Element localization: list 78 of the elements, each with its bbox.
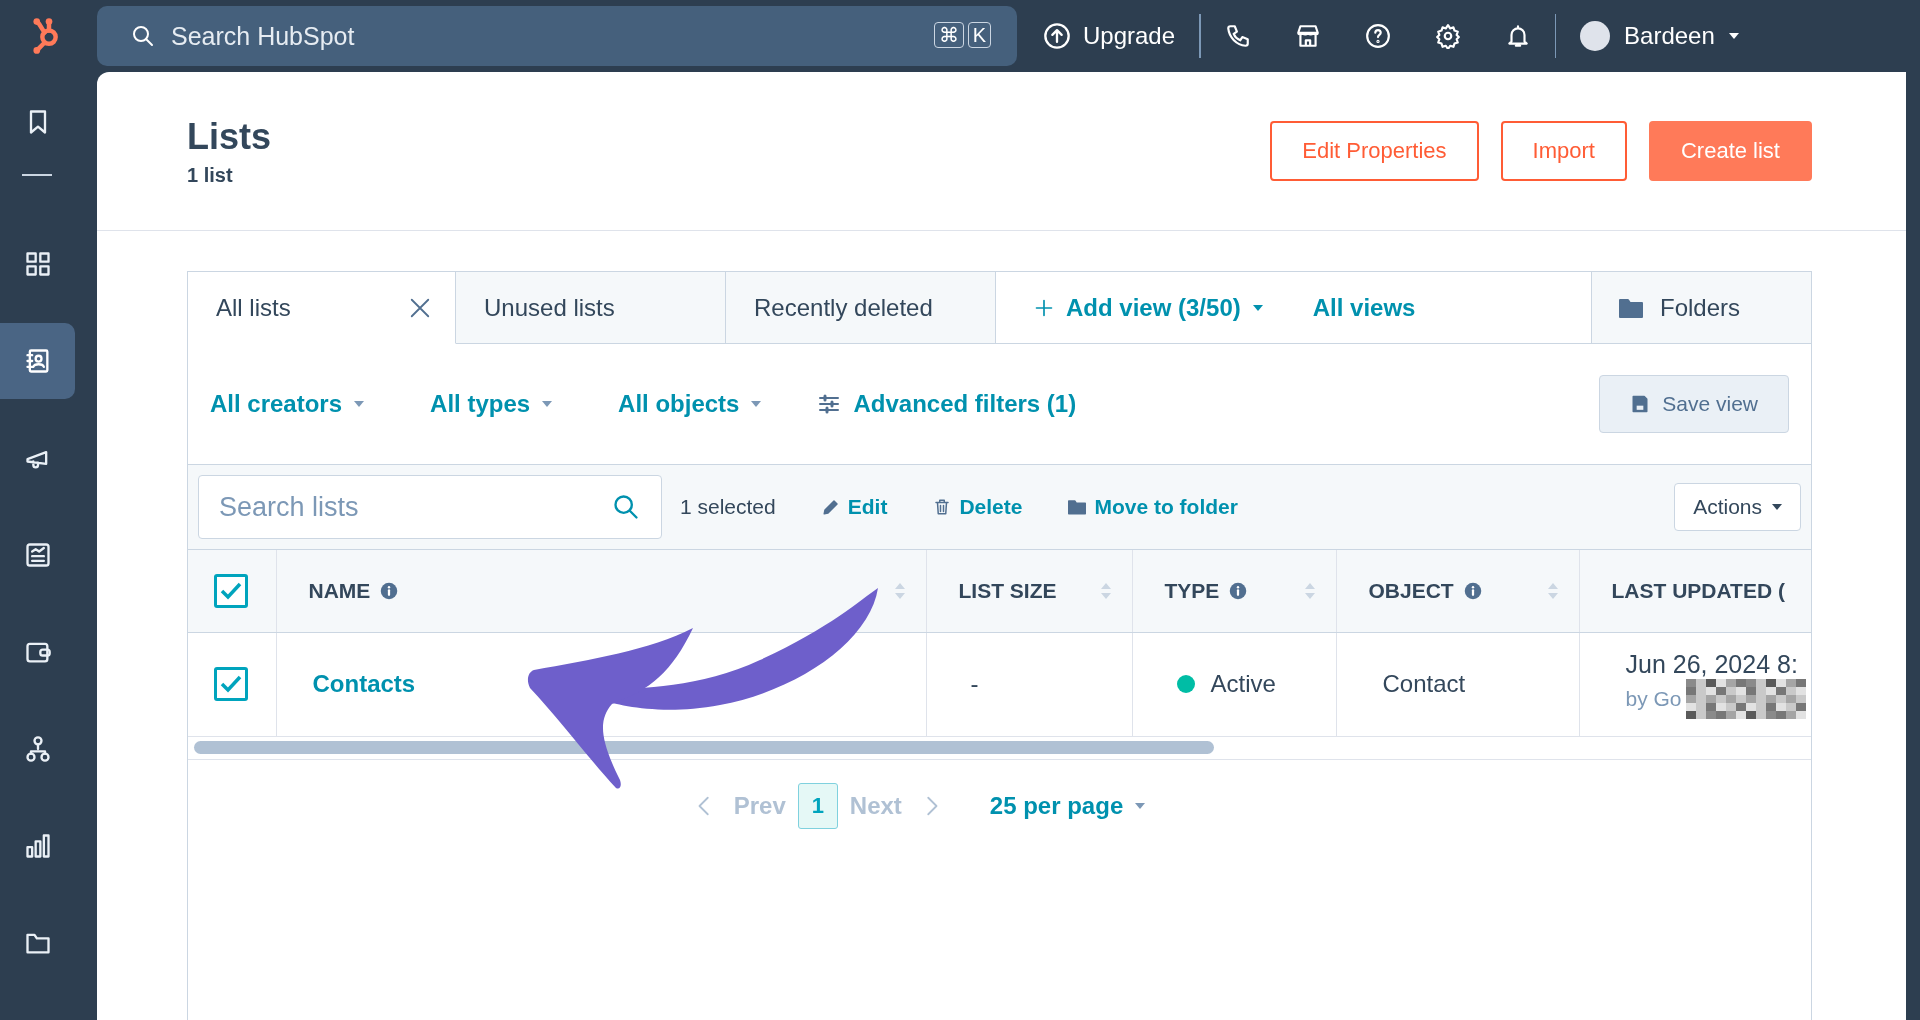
hierarchy-icon bbox=[23, 734, 52, 763]
caret-icon bbox=[354, 401, 365, 407]
column-header[interactable]: LAST UPDATED ( bbox=[1579, 550, 1811, 632]
phone-icon[interactable] bbox=[1224, 23, 1251, 49]
help-icon[interactable] bbox=[1364, 23, 1391, 49]
folders-tab[interactable]: Folders bbox=[1591, 272, 1811, 343]
info-icon bbox=[380, 581, 399, 600]
checkbox[interactable] bbox=[214, 667, 248, 701]
secondary-button[interactable]: Edit Properties bbox=[1270, 121, 1479, 181]
all-views-link[interactable]: All views bbox=[1312, 293, 1416, 322]
avatar-icon bbox=[1580, 21, 1611, 51]
per-page-dropdown[interactable]: 25 per page bbox=[989, 791, 1146, 820]
close-icon[interactable] bbox=[409, 296, 431, 319]
list-type: Active bbox=[1210, 670, 1276, 698]
advanced-filters-link[interactable]: Advanced filters (1) bbox=[817, 390, 1077, 418]
check-icon bbox=[220, 675, 242, 693]
checkbox[interactable] bbox=[214, 573, 248, 608]
contact-book-icon bbox=[23, 346, 52, 375]
bar-chart-icon bbox=[23, 831, 52, 860]
floppy-icon bbox=[1630, 394, 1651, 414]
sort-icon bbox=[1303, 582, 1316, 599]
list-size: - bbox=[970, 670, 979, 697]
list-count: 1 list bbox=[187, 163, 234, 187]
create-button[interactable]: Create list bbox=[1648, 121, 1812, 181]
shortcut-key: K bbox=[967, 22, 991, 48]
scrollbar-thumb[interactable] bbox=[194, 741, 1214, 754]
search-icon bbox=[131, 24, 155, 48]
last-updated-date: Jun 26, 2024 8: bbox=[1625, 649, 1799, 679]
plus-icon bbox=[1034, 297, 1054, 318]
delete-action[interactable]: Delete bbox=[933, 495, 1023, 519]
folder-icon bbox=[1068, 498, 1087, 516]
search-field[interactable]: Search lists bbox=[198, 475, 662, 539]
column-header[interactable]: LIST SIZE bbox=[926, 550, 1132, 632]
updated-by: by Go bbox=[1625, 686, 1682, 711]
object-name: Contact bbox=[1382, 670, 1466, 697]
save-view-button[interactable]: Save view bbox=[1599, 375, 1789, 433]
secondary-button[interactable]: Import bbox=[1500, 121, 1627, 181]
caret-icon bbox=[1728, 33, 1739, 39]
column-header[interactable]: NAME bbox=[276, 550, 926, 632]
sort-icon bbox=[893, 582, 906, 599]
move-action[interactable]: Move to folder bbox=[1068, 495, 1238, 519]
trash-icon bbox=[933, 498, 952, 516]
upload-circle-icon bbox=[1043, 22, 1071, 50]
info-icon bbox=[1463, 581, 1482, 600]
sort-icon bbox=[1546, 582, 1559, 599]
filter-dropdown[interactable]: All objects bbox=[618, 390, 762, 418]
sort-icon bbox=[1099, 582, 1112, 599]
shortcut-key: ⌘ bbox=[933, 22, 964, 48]
add-view-link[interactable]: Add view (3/50) bbox=[1034, 293, 1263, 322]
pencil-icon bbox=[821, 498, 840, 516]
caret-icon bbox=[542, 401, 553, 407]
filter-dropdown[interactable]: All creators bbox=[210, 390, 365, 418]
selection-count: 1 selected bbox=[680, 495, 776, 519]
search-icon bbox=[612, 493, 640, 521]
nav-item[interactable] bbox=[0, 322, 75, 399]
actions-menu-button[interactable]: Actions bbox=[1674, 483, 1801, 531]
store-icon[interactable] bbox=[1294, 23, 1321, 49]
caret-icon bbox=[1772, 504, 1782, 510]
caret-icon bbox=[751, 401, 762, 407]
column-header[interactable]: TYPE bbox=[1132, 550, 1336, 632]
report-icon bbox=[23, 540, 52, 569]
user-menu[interactable]: Bardeen bbox=[1580, 21, 1739, 51]
column-header[interactable]: OBJECT bbox=[1336, 550, 1579, 632]
list-name-link[interactable]: Contacts bbox=[312, 670, 416, 697]
check-icon bbox=[220, 581, 242, 600]
info-icon bbox=[1229, 581, 1248, 600]
tab[interactable]: Unused lists bbox=[456, 272, 726, 344]
page-number[interactable]: 1 bbox=[797, 782, 838, 829]
filter-dropdown[interactable]: All types bbox=[430, 390, 553, 418]
tab[interactable]: Recently deleted bbox=[726, 272, 996, 344]
settings-icon[interactable] bbox=[1434, 23, 1461, 49]
sliders-icon bbox=[817, 392, 842, 416]
caret-icon bbox=[1252, 304, 1263, 311]
page-title: Lists bbox=[187, 115, 272, 158]
edit-action[interactable]: Edit bbox=[821, 495, 888, 519]
caret-icon bbox=[1135, 802, 1146, 809]
upgrade-link[interactable]: Upgrade bbox=[1043, 22, 1176, 50]
grid-icon bbox=[23, 249, 52, 278]
